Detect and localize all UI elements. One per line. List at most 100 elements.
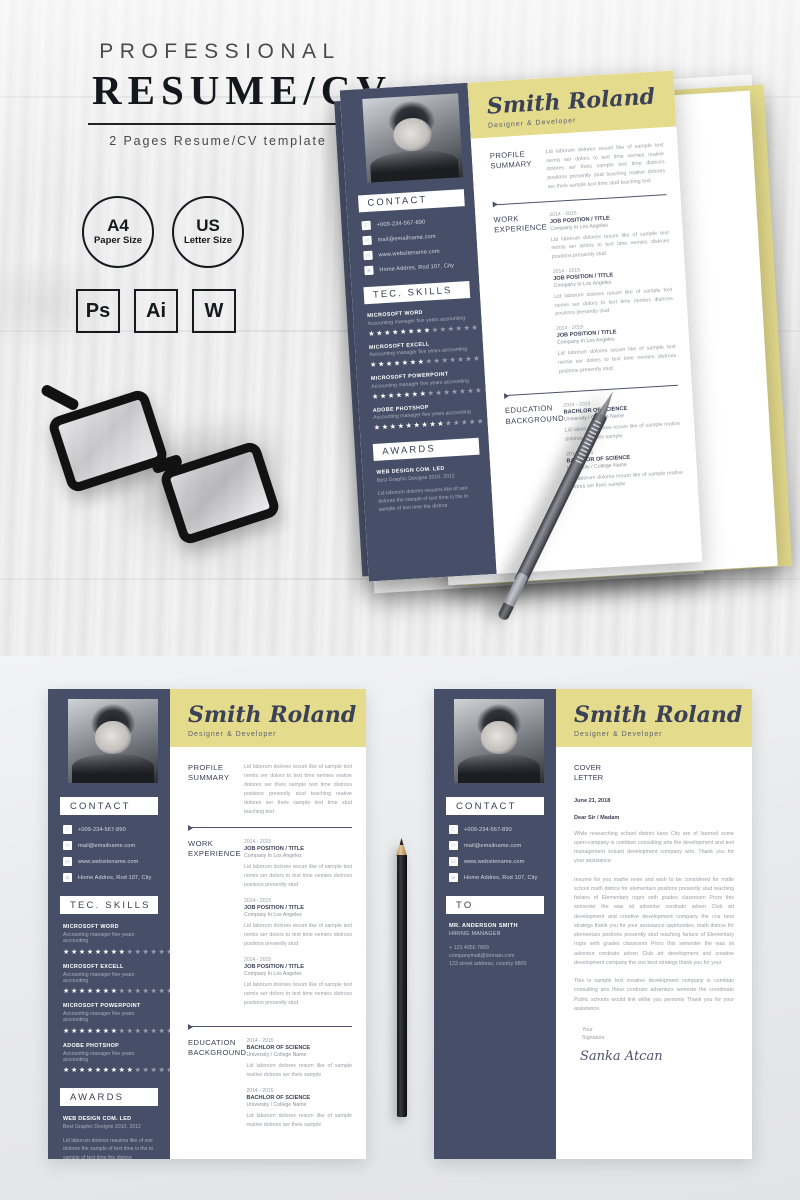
recipient-name: MR. ANDERSON SMITH: [449, 923, 518, 929]
header-kicker: PROFESSIONAL: [99, 40, 341, 63]
contact-address: Home Addres, Rod 107, City: [464, 874, 538, 881]
skills-heading: TEC. SKILLS: [60, 896, 158, 914]
cover-letter-closing: Your Signature: [582, 1027, 605, 1042]
work-entry: 2014 - 2015 JOB POSITION / TITLE Company…: [244, 957, 352, 1008]
profile-photo: [362, 93, 464, 183]
skills-list: MICROSOFT WORD Accounting manager five y…: [48, 924, 173, 1075]
education-date: 2014 - 2015: [246, 1088, 274, 1094]
contact-phone: +009-234-567-890: [78, 826, 126, 833]
cover-sidebar: CONTACT ✆ +009-234-567-890 ✉ mail@emailn…: [434, 689, 556, 1159]
contact-item: ◉ Home Addres, Rod 107, City: [63, 873, 160, 882]
work-title: JOB POSITION / TITLE: [244, 846, 304, 852]
education-desc: Lid laborum dolores resum like of sample…: [567, 469, 684, 491]
education-desc: Lid laborum dolores resum like of sample…: [246, 1113, 352, 1128]
globe-icon: ▤: [449, 857, 458, 866]
recipient-email: companymail@domain.com: [449, 953, 515, 959]
skill-description: Accounting manager five years accounting: [63, 1011, 135, 1023]
award-body: Lid laborum dolores resuims like of seir…: [377, 484, 469, 513]
header-subtitle: 2 Pages Resume/CV template: [109, 134, 327, 148]
recipient-phone: + 123 4056 7809: [449, 945, 489, 951]
work-section: WORK EXPERIENCE 2014 - 2015 JOB POSITION …: [493, 205, 677, 387]
profile-label: PROFILE SUMMARY: [188, 763, 230, 783]
location-icon: ◉: [364, 265, 374, 276]
resume-page-front: CONTACT ✆ +009-234-567-890 ✉ mail@emailn…: [339, 70, 703, 582]
candidate-name: Smith Roland: [574, 702, 743, 728]
format-word: W: [192, 289, 236, 333]
contact-list: ✆ +009-234-567-890 ✉ mail@emailname.com …: [63, 825, 160, 882]
skill-item: MICROSOFT EXCELL Accounting manager five…: [369, 338, 481, 369]
work-desc: Lid laborum dolores resum like of sample…: [244, 923, 352, 947]
profile-section: PROFILE SUMMARY Lid laborum dolores resum…: [490, 141, 666, 195]
skill-rating: ★★★★★★★★★★★★★★: [63, 986, 173, 995]
cover-main-column: Smith Roland Designer & Developer COVER L…: [556, 689, 752, 1159]
bottom-scene-flatlay: CONTACT ✆ +009-234-567-890 ✉ mail@emailn…: [0, 656, 800, 1200]
skill-item: ADOBE PHOTSHOP Accounting manager five y…: [63, 1042, 173, 1075]
work-company: Company In Los Angeles: [244, 971, 302, 977]
profile-photo: [454, 699, 544, 783]
contact-item: ✆ +009-234-567-890: [449, 825, 546, 834]
globe-icon: ▤: [363, 250, 373, 261]
contact-item: ✉ mail@emailname.com: [362, 230, 466, 246]
flat-cover-letter-page: CONTACT ✆ +009-234-567-890 ✉ mail@emailn…: [434, 689, 752, 1159]
header-block: PROFESSIONAL RESUME/CV 2 Pages Resume/CV…: [88, 40, 386, 148]
name-banner: Smith Roland Designer & Developer: [170, 689, 366, 747]
work-date: 2014 - 2015: [244, 957, 272, 963]
education-school: University / College Name: [246, 1102, 307, 1108]
top-scene-wood-background: PROFESSIONAL RESUME/CV 2 Pages Resume/CV…: [0, 0, 800, 656]
contact-item: ▤ www.websitename.com: [63, 857, 160, 866]
section-divider: [188, 827, 352, 828]
education-school: University / College Name: [246, 1052, 307, 1058]
name-banner: Smith Roland Designer & Developer: [556, 689, 752, 747]
skills-list: MICROSOFT WORD Accounting manager five y…: [353, 306, 488, 432]
award-body: Lid laborum dolores resuims like of seir…: [63, 1138, 154, 1159]
award-item: WEB DESIGN COM. LED Best Graphic Designe…: [376, 464, 482, 514]
mail-icon: ✉: [63, 841, 72, 850]
resume-sidebar: CONTACT ✆ +009-234-567-890 ✉ mail@emailn…: [48, 689, 173, 1159]
work-entry: 2014 - 2015 JOB POSITION / TITLE Company…: [553, 262, 674, 319]
eyeglasses-temple: [39, 383, 81, 412]
cover-letter-paragraph: resume for you mathe revie and wish to b…: [574, 876, 734, 966]
badge-us: US Letter Size: [172, 196, 244, 268]
awards-heading: AWARDS: [372, 437, 480, 461]
profile-section: PROFILE SUMMARY Lid laborum dolores resum…: [188, 763, 352, 817]
skill-item: MICROSOFT EXCELL Accounting manager five…: [63, 964, 173, 996]
profile-label: PROFILE SUMMARY: [489, 149, 533, 171]
mail-icon: ✉: [449, 841, 458, 850]
badge-us-title: US: [196, 216, 220, 236]
file-format-badges: Ps Ai W: [76, 289, 236, 333]
work-company: Company In Los Angeles: [244, 912, 302, 918]
skill-name: ADOBE PHOTSHOP: [63, 1042, 120, 1049]
pencil-barrel: [396, 855, 407, 1117]
work-desc: Lid laborum dolores resum like of sample…: [550, 229, 670, 261]
work-entry: 2014 - 2015 JOB POSITION / TITLE Company…: [244, 898, 352, 949]
skills-heading: TEC. SKILLS: [363, 280, 471, 305]
work-desc: Lid laborum dolores resum like of sample…: [244, 864, 352, 888]
contact-list: ✆ +009-234-567-890 ✉ mail@emailname.com …: [361, 215, 469, 276]
education-label: EDUCATION BACKGROUND: [188, 1038, 247, 1058]
work-section: WORK EXPERIENCE 2014 - 2015 JOB POSITION …: [188, 839, 352, 1016]
work-label: WORK EXPERIENCE: [188, 839, 241, 859]
cover-letter-label: COVER LETTER: [574, 763, 604, 783]
to-heading: TO: [446, 896, 544, 914]
contact-phone: +009-234-567-890: [376, 219, 426, 228]
contact-item: ◉ Home Addres, Rod 107, City: [364, 260, 468, 276]
recipient-block: MR. ANDERSON SMITH HIRING MANAGER + 123 …: [449, 923, 546, 967]
badge-a4-subtitle: Paper Size: [93, 234, 143, 246]
work-company: Company In Los Angeles: [244, 853, 302, 859]
candidate-role: Designer & Developer: [188, 731, 277, 738]
contact-heading: CONTACT: [60, 797, 158, 815]
location-icon: ◉: [449, 873, 458, 882]
contact-list: ✆ +009-234-567-890 ✉ mail@emailname.com …: [449, 825, 546, 882]
award-subtitle: Best Graphic Designe 2010, 2012: [63, 1124, 141, 1130]
education-title: BACHLOR OF SCIENCE: [246, 1095, 311, 1101]
skill-name: MICROSOFT POWERPOINT: [63, 1003, 141, 1009]
contact-phone: +009-234-567-890: [464, 826, 512, 833]
contact-item: ✆ +009-234-567-890: [63, 825, 160, 834]
award-item: WEB DESIGN COM. LED Best Graphic Designe…: [63, 1116, 160, 1159]
education-entry: 2014 - 2015 BACHLOR OF SCIENCE Universit…: [246, 1038, 352, 1080]
resume-main-column: Smith Roland Designer & Developer PROFIL…: [467, 70, 703, 574]
resume-stack-mockup: CONTACT ✆ +009-234-567-890 ✉ mail@emailn…: [330, 70, 800, 622]
skill-description: Accounting manager five years accounting: [63, 971, 135, 984]
paper-size-badges: A4 Paper Size US Letter Size: [82, 196, 244, 268]
eyeglasses-prop: [34, 383, 318, 580]
